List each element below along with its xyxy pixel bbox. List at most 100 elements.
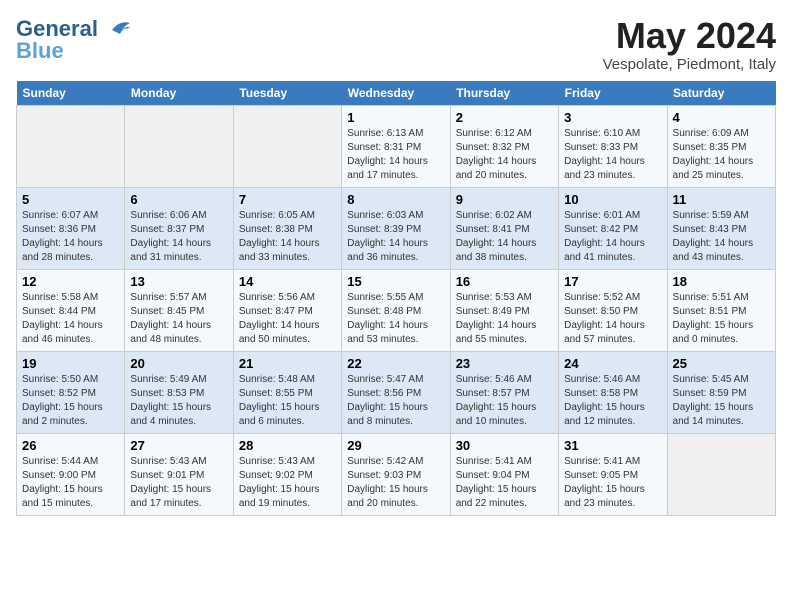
day-number: 3 [564,110,661,125]
day-info: Sunrise: 6:02 AMSunset: 8:41 PMDaylight:… [456,209,553,265]
header-thursday: Thursday [450,81,558,106]
day-info: Sunrise: 5:53 AMSunset: 8:49 PMDaylight:… [456,291,553,347]
header-saturday: Saturday [667,81,775,106]
day-cell: 10 Sunrise: 6:01 AMSunset: 8:42 PMDayligh… [559,187,667,269]
day-cell: 15 Sunrise: 5:55 AMSunset: 8:48 PMDayligh… [342,269,450,351]
day-info: Sunrise: 6:03 AMSunset: 8:39 PMDaylight:… [347,209,444,265]
day-info: Sunrise: 6:12 AMSunset: 8:32 PMDaylight:… [456,127,553,183]
day-info: Sunrise: 5:43 AMSunset: 9:02 PMDaylight:… [239,455,336,511]
day-number: 13 [130,274,227,289]
calendar-table: SundayMondayTuesdayWednesdayThursdayFrid… [16,81,776,516]
day-info: Sunrise: 6:09 AMSunset: 8:35 PMDaylight:… [673,127,770,183]
day-info: Sunrise: 5:42 AMSunset: 9:03 PMDaylight:… [347,455,444,511]
header-wednesday: Wednesday [342,81,450,106]
day-info: Sunrise: 5:46 AMSunset: 8:57 PMDaylight:… [456,373,553,429]
day-cell: 20 Sunrise: 5:49 AMSunset: 8:53 PMDayligh… [125,351,233,433]
logo-blue: Blue [16,38,64,64]
day-info: Sunrise: 5:56 AMSunset: 8:47 PMDaylight:… [239,291,336,347]
day-info: Sunrise: 5:43 AMSunset: 9:01 PMDaylight:… [130,455,227,511]
day-cell [125,105,233,187]
day-number: 5 [22,192,119,207]
day-cell: 28 Sunrise: 5:43 AMSunset: 9:02 PMDayligh… [233,433,341,515]
day-info: Sunrise: 5:59 AMSunset: 8:43 PMDaylight:… [673,209,770,265]
day-cell: 2 Sunrise: 6:12 AMSunset: 8:32 PMDaylight… [450,105,558,187]
day-number: 6 [130,192,227,207]
day-number: 15 [347,274,444,289]
day-info: Sunrise: 5:45 AMSunset: 8:59 PMDaylight:… [673,373,770,429]
day-info: Sunrise: 5:44 AMSunset: 9:00 PMDaylight:… [22,455,119,511]
day-info: Sunrise: 6:07 AMSunset: 8:36 PMDaylight:… [22,209,119,265]
day-info: Sunrise: 5:48 AMSunset: 8:55 PMDaylight:… [239,373,336,429]
day-info: Sunrise: 5:49 AMSunset: 8:53 PMDaylight:… [130,373,227,429]
day-cell: 19Sunrise: 5:50 AMSunset: 8:52 PMDayligh… [17,351,125,433]
week-row-4: 19Sunrise: 5:50 AMSunset: 8:52 PMDayligh… [17,351,776,433]
day-cell: 3 Sunrise: 6:10 AMSunset: 8:33 PMDaylight… [559,105,667,187]
day-number: 22 [347,356,444,371]
day-info: Sunrise: 5:41 AMSunset: 9:04 PMDaylight:… [456,455,553,511]
day-number: 24 [564,356,661,371]
day-number: 19 [22,356,119,371]
week-row-1: 1Sunrise: 6:13 AMSunset: 8:31 PMDaylight… [17,105,776,187]
day-number: 4 [673,110,770,125]
day-cell: 27 Sunrise: 5:43 AMSunset: 9:01 PMDayligh… [125,433,233,515]
page-header: General Blue May 2024 Vespolate, Piedmon… [16,16,776,73]
day-info: Sunrise: 5:41 AMSunset: 9:05 PMDaylight:… [564,455,661,511]
day-number: 23 [456,356,553,371]
day-info: Sunrise: 5:55 AMSunset: 8:48 PMDaylight:… [347,291,444,347]
day-number: 1 [347,110,444,125]
header-monday: Monday [125,81,233,106]
day-number: 28 [239,438,336,453]
day-cell: 17Sunrise: 5:52 AMSunset: 8:50 PMDayligh… [559,269,667,351]
logo: General Blue [16,16,132,64]
day-info: Sunrise: 6:01 AMSunset: 8:42 PMDaylight:… [564,209,661,265]
day-number: 30 [456,438,553,453]
header-tuesday: Tuesday [233,81,341,106]
day-cell: 14Sunrise: 5:56 AMSunset: 8:47 PMDayligh… [233,269,341,351]
day-info: Sunrise: 6:06 AMSunset: 8:37 PMDaylight:… [130,209,227,265]
day-number: 31 [564,438,661,453]
week-row-5: 26 Sunrise: 5:44 AMSunset: 9:00 PMDayligh… [17,433,776,515]
day-number: 18 [673,274,770,289]
day-cell: 13 Sunrise: 5:57 AMSunset: 8:45 PMDayligh… [125,269,233,351]
day-cell: 8 Sunrise: 6:03 AMSunset: 8:39 PMDaylight… [342,187,450,269]
day-info: Sunrise: 5:58 AMSunset: 8:44 PMDaylight:… [22,291,119,347]
day-cell: 25 Sunrise: 5:45 AMSunset: 8:59 PMDayligh… [667,351,775,433]
header-friday: Friday [559,81,667,106]
day-cell: 4 Sunrise: 6:09 AMSunset: 8:35 PMDaylight… [667,105,775,187]
day-info: Sunrise: 5:47 AMSunset: 8:56 PMDaylight:… [347,373,444,429]
day-number: 9 [456,192,553,207]
day-cell: 30 Sunrise: 5:41 AMSunset: 9:04 PMDayligh… [450,433,558,515]
day-cell: 16Sunrise: 5:53 AMSunset: 8:49 PMDayligh… [450,269,558,351]
day-number: 25 [673,356,770,371]
day-cell: 26 Sunrise: 5:44 AMSunset: 9:00 PMDayligh… [17,433,125,515]
day-info: Sunrise: 6:05 AMSunset: 8:38 PMDaylight:… [239,209,336,265]
day-cell: 29 Sunrise: 5:42 AMSunset: 9:03 PMDayligh… [342,433,450,515]
day-cell: 22 Sunrise: 5:47 AMSunset: 8:56 PMDayligh… [342,351,450,433]
day-cell: 1Sunrise: 6:13 AMSunset: 8:31 PMDaylight… [342,105,450,187]
day-cell: 24 Sunrise: 5:46 AMSunset: 8:58 PMDayligh… [559,351,667,433]
day-number: 12 [22,274,119,289]
day-info: Sunrise: 5:46 AMSunset: 8:58 PMDaylight:… [564,373,661,429]
day-cell: 6 Sunrise: 6:06 AMSunset: 8:37 PMDaylight… [125,187,233,269]
header-sunday: Sunday [17,81,125,106]
day-number: 29 [347,438,444,453]
day-cell: 23 Sunrise: 5:46 AMSunset: 8:57 PMDayligh… [450,351,558,433]
day-number: 26 [22,438,119,453]
day-info: Sunrise: 6:10 AMSunset: 8:33 PMDaylight:… [564,127,661,183]
day-info: Sunrise: 5:57 AMSunset: 8:45 PMDaylight:… [130,291,227,347]
day-number: 8 [347,192,444,207]
title-block: May 2024 Vespolate, Piedmont, Italy [603,16,776,73]
day-number: 2 [456,110,553,125]
day-cell: 21Sunrise: 5:48 AMSunset: 8:55 PMDayligh… [233,351,341,433]
day-cell: 5 Sunrise: 6:07 AMSunset: 8:36 PMDaylight… [17,187,125,269]
day-cell: 11 Sunrise: 5:59 AMSunset: 8:43 PMDayligh… [667,187,775,269]
day-number: 27 [130,438,227,453]
day-number: 11 [673,192,770,207]
day-info: Sunrise: 5:51 AMSunset: 8:51 PMDaylight:… [673,291,770,347]
day-number: 20 [130,356,227,371]
day-number: 17 [564,274,661,289]
day-cell [17,105,125,187]
day-number: 7 [239,192,336,207]
day-number: 10 [564,192,661,207]
header-row: SundayMondayTuesdayWednesdayThursdayFrid… [17,81,776,106]
